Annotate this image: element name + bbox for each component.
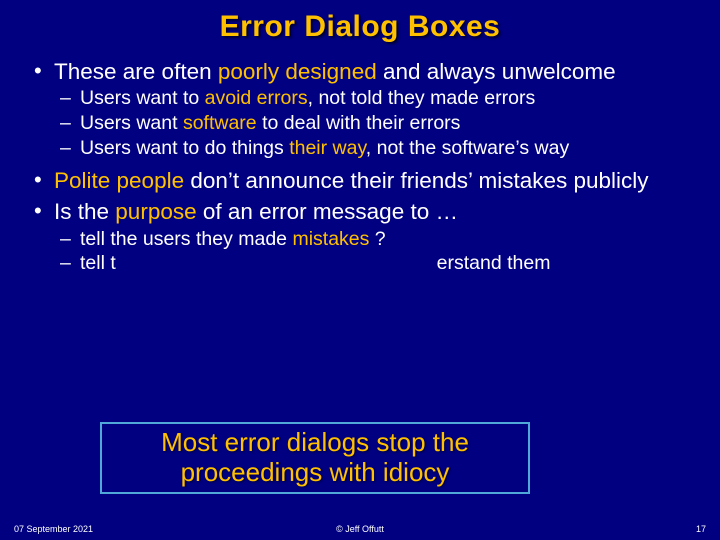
highlight: purpose: [115, 199, 196, 224]
text: , not the software’s way: [366, 137, 569, 159]
sub-3b: tell the program that the users do not u…: [58, 252, 692, 276]
text: of an error message to …: [197, 199, 458, 224]
text: Users want: [80, 112, 183, 134]
bullet-list-1: These are often poorly designed and alwa…: [28, 58, 692, 276]
highlight: software: [183, 112, 257, 134]
sublist-1: Users want to avoid errors, not told the…: [54, 87, 692, 160]
text: tell t: [80, 252, 116, 274]
sub-1a: Users want to avoid errors, not told the…: [58, 87, 692, 111]
text: tell the users they made: [80, 228, 292, 250]
sub-1c: Users want to do things their way, not t…: [58, 137, 692, 161]
footer-copyright: © Jeff Offutt: [0, 524, 720, 534]
text: ?: [369, 228, 385, 250]
sub-1b: Users want software to deal with their e…: [58, 112, 692, 136]
bullet-1: These are often poorly designed and alwa…: [32, 58, 692, 161]
slide: Error Dialog Boxes These are often poorl…: [0, 0, 720, 540]
bullet-2: Polite people don’t announce their frien…: [32, 167, 692, 194]
sublist-3: tell the users they made mistakes ? tell…: [54, 228, 692, 277]
highlight: poorly designed: [218, 59, 377, 84]
callout-box: Most error dialogs stop the proceedings …: [100, 422, 530, 494]
footer: 07 September 2021 © Jeff Offutt 17: [0, 524, 720, 534]
text: and always unwelcome: [377, 59, 616, 84]
page-title: Error Dialog Boxes: [28, 10, 692, 44]
text: to deal with their errors: [257, 112, 461, 134]
sub-3a: tell the users they made mistakes ?: [58, 228, 692, 252]
text: Is the: [54, 199, 115, 224]
text: Users want to: [80, 87, 205, 109]
highlight: mistakes: [292, 228, 369, 250]
highlight: Polite people: [54, 168, 184, 193]
highlight: avoid errors: [205, 87, 308, 109]
callout-text: Most error dialogs stop the proceedings …: [108, 428, 522, 488]
bullet-3: Is the purpose of an error message to … …: [32, 198, 692, 276]
text: don’t announce their friends’ mistakes p…: [184, 168, 648, 193]
text: Users want to do things: [80, 137, 289, 159]
text: erstand them: [437, 252, 551, 274]
text: These are often: [54, 59, 218, 84]
text: , not told they made errors: [308, 87, 536, 109]
highlight: their way: [289, 137, 366, 159]
